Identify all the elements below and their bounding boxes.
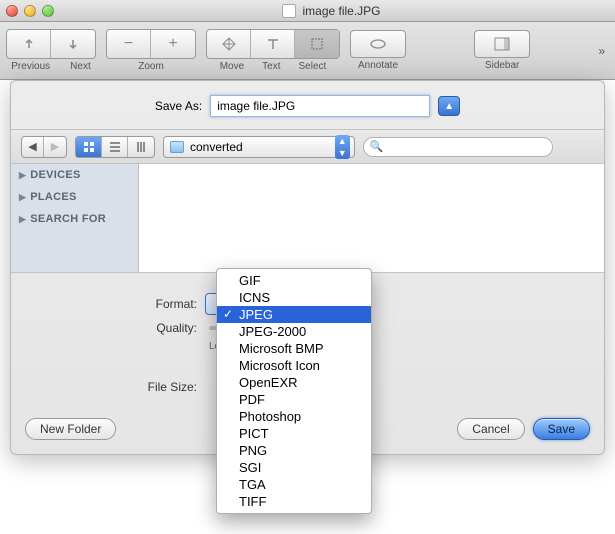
- format-option[interactable]: PNG: [217, 442, 371, 459]
- popup-arrows-icon: ▲▼: [335, 135, 350, 159]
- next-button[interactable]: [51, 30, 95, 58]
- collapse-sheet-button[interactable]: ▲: [438, 96, 460, 116]
- disclosure-triangle-icon: ▶: [19, 170, 26, 181]
- format-option[interactable]: JPEG-2000: [217, 323, 371, 340]
- quality-label: Quality:: [27, 321, 197, 335]
- save-button[interactable]: Save: [533, 418, 590, 440]
- format-option[interactable]: Microsoft BMP: [217, 340, 371, 357]
- zoom-button[interactable]: [42, 5, 54, 17]
- window-titlebar: image file.JPG: [0, 0, 615, 22]
- select-label: Select: [299, 61, 327, 72]
- format-option[interactable]: Photoshop: [217, 408, 371, 425]
- cancel-button[interactable]: Cancel: [457, 418, 524, 440]
- icon-view-button[interactable]: [76, 137, 102, 157]
- format-option[interactable]: OpenEXR: [217, 374, 371, 391]
- close-button[interactable]: [6, 5, 18, 17]
- file-list[interactable]: [139, 164, 604, 272]
- tool-segment: [206, 29, 340, 59]
- previous-button[interactable]: [7, 30, 51, 58]
- sidebar-places[interactable]: ▶PLACES: [11, 186, 138, 208]
- back-button[interactable]: ◀: [22, 137, 44, 157]
- zoom-label: Zoom: [138, 61, 164, 72]
- text-label: Text: [262, 61, 280, 72]
- disclosure-triangle-icon: ▶: [19, 192, 26, 203]
- new-folder-button[interactable]: New Folder: [25, 418, 116, 440]
- sidebar-devices[interactable]: ▶DEVICES: [11, 164, 138, 186]
- window-controls: [6, 5, 54, 17]
- zoom-in-button[interactable]: +: [151, 30, 195, 58]
- browser-sidebar: ▶DEVICES ▶PLACES ▶SEARCH FOR: [11, 164, 139, 272]
- format-option[interactable]: PICT: [217, 425, 371, 442]
- move-tool-button[interactable]: [207, 30, 251, 58]
- zoom-out-button[interactable]: −: [107, 30, 151, 58]
- sidebar-label: Sidebar: [485, 60, 519, 71]
- forward-button[interactable]: ▶: [44, 137, 66, 157]
- toolbar-overflow-icon[interactable]: »: [598, 44, 609, 58]
- move-label: Move: [220, 61, 244, 72]
- folder-name: converted: [190, 140, 243, 154]
- annotate-button[interactable]: [350, 30, 406, 58]
- column-view-button[interactable]: [128, 137, 154, 157]
- save-as-input[interactable]: [210, 95, 430, 117]
- text-tool-button[interactable]: [251, 30, 295, 58]
- document-proxy-icon: [282, 4, 296, 18]
- window-title: image file.JPG: [302, 4, 380, 18]
- filesize-label: File Size:: [27, 380, 197, 394]
- format-option[interactable]: TGA: [217, 476, 371, 493]
- list-view-button[interactable]: [102, 137, 128, 157]
- format-option[interactable]: SGI: [217, 459, 371, 476]
- search-field[interactable]: 🔍: [363, 137, 553, 157]
- previous-label: Previous: [11, 61, 50, 72]
- format-option[interactable]: ICNS: [217, 289, 371, 306]
- search-icon: 🔍: [370, 140, 384, 153]
- main-toolbar: Previous Next − + Zoom Move Text Select …: [0, 22, 615, 80]
- select-tool-button[interactable]: [295, 30, 339, 58]
- format-option[interactable]: Microsoft Icon: [217, 357, 371, 374]
- sidebar-button[interactable]: [474, 30, 530, 58]
- file-browser: ◀ ▶ converted ▲▼ 🔍 ▶DEVICES ▶PL: [11, 129, 604, 273]
- format-option[interactable]: JPEG: [217, 306, 371, 323]
- format-option[interactable]: TIFF: [217, 493, 371, 510]
- format-label: Format:: [27, 297, 197, 311]
- folder-icon: [170, 141, 184, 153]
- format-option[interactable]: GIF: [217, 272, 371, 289]
- annotate-label: Annotate: [358, 60, 398, 71]
- sidebar-search-for[interactable]: ▶SEARCH FOR: [11, 208, 138, 230]
- save-as-label: Save As:: [155, 99, 202, 113]
- view-mode-segment: [75, 136, 155, 158]
- next-label: Next: [70, 61, 91, 72]
- nav-segment: [6, 29, 96, 59]
- format-dropdown-menu[interactable]: GIFICNSJPEGJPEG-2000Microsoft BMPMicroso…: [216, 268, 372, 514]
- disclosure-triangle-icon: ▶: [19, 214, 26, 225]
- folder-popup[interactable]: converted ▲▼: [163, 136, 355, 158]
- minimize-button[interactable]: [24, 5, 36, 17]
- history-nav: ◀ ▶: [21, 136, 67, 158]
- format-option[interactable]: PDF: [217, 391, 371, 408]
- zoom-segment: − +: [106, 29, 196, 59]
